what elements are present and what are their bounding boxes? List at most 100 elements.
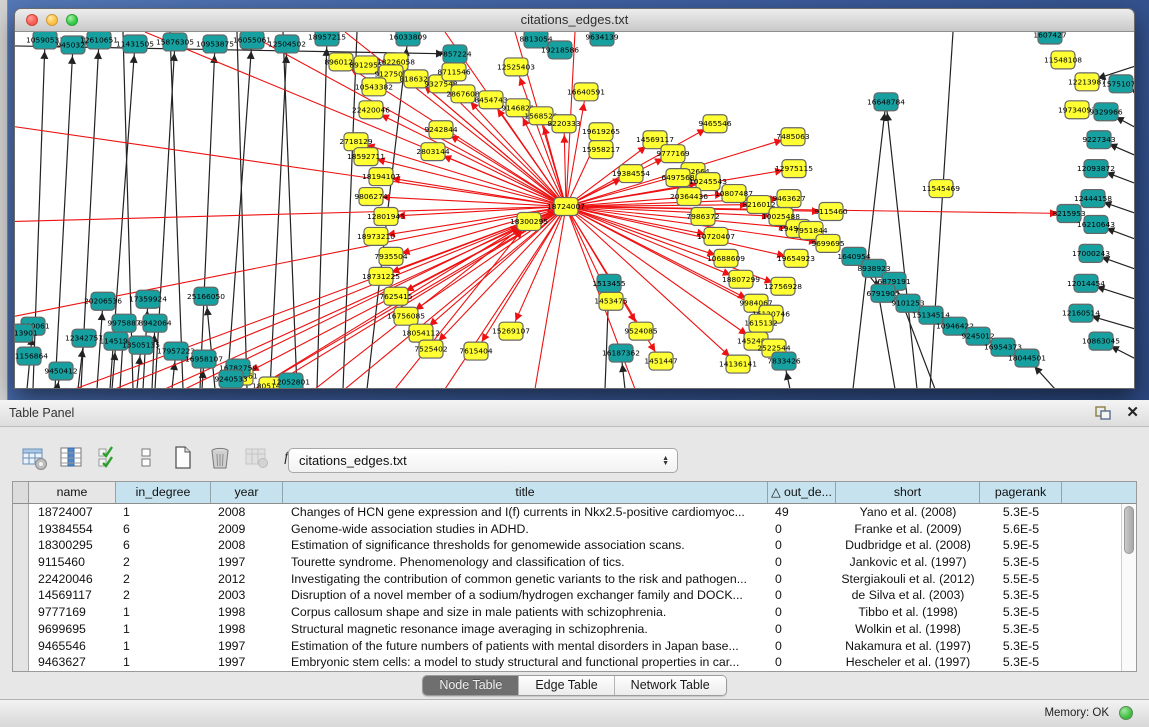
svg-text:25166050: 25166050 bbox=[187, 292, 225, 301]
tab-network-table[interactable]: Network Table bbox=[615, 676, 726, 695]
graph-node[interactable]: 12525403 bbox=[497, 58, 535, 76]
graph-node[interactable]: 15269107 bbox=[492, 322, 530, 340]
show-columns-button[interactable] bbox=[57, 443, 87, 473]
tab-edge-table[interactable]: Edge Table bbox=[519, 676, 614, 695]
table-source-dropdown[interactable]: citations_edges.txt ▲ ▼ bbox=[288, 448, 678, 473]
column-header-short[interactable]: short bbox=[836, 482, 980, 503]
graph-edge bbox=[853, 102, 888, 389]
graph-node[interactable]: 1451447 bbox=[644, 352, 678, 370]
graph-node[interactable]: 18957215 bbox=[308, 32, 346, 46]
graph-node[interactable]: 1607427 bbox=[1033, 32, 1067, 44]
table-row[interactable]: 1456911722003Disruption of a novel membe… bbox=[13, 587, 1121, 604]
delete-table-button[interactable] bbox=[242, 443, 272, 473]
delete-column-button[interactable] bbox=[205, 443, 235, 473]
column-header-name[interactable]: name bbox=[29, 482, 116, 503]
graph-node[interactable]: 7857224 bbox=[438, 45, 472, 63]
delete-column-icon bbox=[207, 445, 233, 471]
select-visible-columns-button[interactable] bbox=[94, 443, 124, 473]
graph-node[interactable]: 9634139 bbox=[585, 32, 619, 46]
table-panel: Table Panel ✕ bbox=[0, 400, 1149, 727]
side-panel-divider[interactable] bbox=[0, 0, 8, 400]
network-window-titlebar[interactable]: citations_edges.txt bbox=[15, 9, 1134, 32]
graph-node[interactable]: 8711546 bbox=[437, 63, 471, 81]
graph-node[interactable]: 15751074 bbox=[1102, 75, 1135, 93]
graph-node[interactable]: 7935504 bbox=[374, 247, 408, 265]
graph-node[interactable]: 7485063 bbox=[776, 128, 810, 146]
column-header-pagerank[interactable]: pagerank bbox=[980, 482, 1062, 503]
graph-node[interactable]: 10688609 bbox=[707, 249, 745, 267]
close-panel-icon[interactable]: ✕ bbox=[1126, 404, 1139, 422]
graph-node[interactable]: 7525402 bbox=[414, 340, 447, 358]
scrollbar-thumb[interactable] bbox=[1124, 506, 1134, 554]
graph-node[interactable]: 9699695 bbox=[811, 234, 845, 252]
graph-node[interactable]: 10720407 bbox=[697, 227, 735, 245]
graph-node[interactable]: 8942064 bbox=[138, 314, 172, 332]
graph-node[interactable]: 15958217 bbox=[582, 141, 620, 159]
graph-node[interactable]: 9329966 bbox=[1089, 103, 1123, 121]
table-vertical-scrollbar[interactable] bbox=[1121, 504, 1136, 671]
graph-node[interactable]: 9242844 bbox=[424, 121, 458, 139]
graph-node[interactable]: 11545469 bbox=[922, 180, 960, 198]
graph-node[interactable]: 19654923 bbox=[777, 249, 815, 267]
graph-node[interactable]: 2803144 bbox=[416, 143, 450, 161]
graph-node[interactable]: 25166050 bbox=[187, 287, 225, 305]
graph-node[interactable]: 9806274 bbox=[354, 188, 388, 206]
table-row[interactable]: 969969511998Structural magnetic resonanc… bbox=[13, 621, 1121, 638]
column-header-year[interactable]: year bbox=[211, 482, 283, 503]
graph-node[interactable]: 12975115 bbox=[775, 160, 813, 178]
graph-node[interactable]: 17359924 bbox=[129, 290, 167, 308]
graph-node[interactable]: 9115460 bbox=[814, 203, 848, 221]
graph-node[interactable]: 7615404 bbox=[459, 342, 493, 360]
graph-node[interactable]: 12342757 bbox=[65, 329, 103, 347]
graph-node[interactable]: 9227343 bbox=[1082, 131, 1116, 149]
graph-node[interactable]: 9975887 bbox=[107, 314, 141, 332]
graph-node[interactable]: 16033809 bbox=[389, 32, 427, 46]
graph-node[interactable]: 19619265 bbox=[582, 123, 620, 141]
graph-node[interactable]: 11156864 bbox=[15, 347, 48, 365]
column-header-title[interactable]: title bbox=[283, 482, 768, 503]
table-row[interactable]: 1872400712008Changes of HCN gene express… bbox=[13, 504, 1121, 521]
graph-node[interactable]: 7986372 bbox=[686, 208, 719, 226]
graph-node[interactable]: 9240533 bbox=[214, 370, 248, 388]
table-row[interactable]: 1830029562008Estimation of significance … bbox=[13, 537, 1121, 554]
graph-node[interactable]: 16187362 bbox=[602, 344, 640, 362]
graph-node[interactable]: 18194107 bbox=[362, 168, 400, 186]
graph-node[interactable]: 12801945 bbox=[367, 208, 405, 226]
graph-node[interactable]: 9777169 bbox=[656, 145, 690, 163]
graph-node[interactable]: 11431505 bbox=[116, 35, 154, 53]
float-panel-icon[interactable] bbox=[1094, 405, 1112, 421]
svg-text:7525402: 7525402 bbox=[414, 345, 447, 354]
graph-node[interactable]: 18973210 bbox=[357, 227, 395, 245]
graph-node[interactable]: 9450412 bbox=[44, 362, 77, 380]
graph-node[interactable]: 1453475 bbox=[594, 292, 628, 310]
graph-node[interactable]: 14136141 bbox=[719, 355, 757, 373]
graph-node[interactable]: 9524085 bbox=[624, 322, 658, 340]
graph-node[interactable]: 9463627 bbox=[772, 190, 806, 208]
svg-text:7857224: 7857224 bbox=[438, 49, 472, 58]
table-mode-button[interactable] bbox=[20, 443, 50, 473]
table-row[interactable]: 2242004622012Investigating the contribut… bbox=[13, 571, 1121, 588]
table-row[interactable]: 977716911998Corpus callosum shape and si… bbox=[13, 604, 1121, 621]
table-row[interactable]: 946362711997Embryonic stem cells: a mode… bbox=[13, 654, 1121, 671]
graph-node[interactable]: 16648784 bbox=[867, 93, 905, 111]
network-canvas[interactable]: 1059053194503251261065111431505158763051… bbox=[15, 32, 1134, 389]
graph-node[interactable]: 9465546 bbox=[698, 115, 732, 133]
graph-node[interactable]: 1615132 bbox=[744, 314, 777, 332]
graph-node[interactable]: 16055061 bbox=[233, 32, 271, 49]
graph-node[interactable]: 12160514 bbox=[1062, 304, 1100, 322]
table-row[interactable]: 911546021997Tourette syndrome. Phenomeno… bbox=[13, 554, 1121, 571]
graph-node[interactable]: 8220333 bbox=[547, 115, 581, 133]
create-column-button[interactable] bbox=[168, 443, 198, 473]
graph-node[interactable]: 16756085 bbox=[387, 307, 425, 325]
column-header-in_degree[interactable]: in_degree bbox=[116, 482, 211, 503]
table-row[interactable]: 1938455462009Genome-wide association stu… bbox=[13, 521, 1121, 538]
tab-node-table[interactable]: Node Table bbox=[423, 676, 519, 695]
graph-node[interactable]: 7625415 bbox=[379, 287, 413, 305]
clear-selection-button[interactable] bbox=[131, 443, 161, 473]
table-row[interactable]: 946554611997Estimation of the future num… bbox=[13, 638, 1121, 655]
graph-node[interactable]: 7833426 bbox=[767, 352, 801, 370]
graph-node[interactable]: 1513455 bbox=[592, 274, 626, 292]
graph-node[interactable]: 11548108 bbox=[1044, 51, 1082, 69]
column-header-out_de[interactable]: △ out_de... bbox=[768, 482, 836, 503]
svg-text:9524085: 9524085 bbox=[624, 327, 658, 336]
